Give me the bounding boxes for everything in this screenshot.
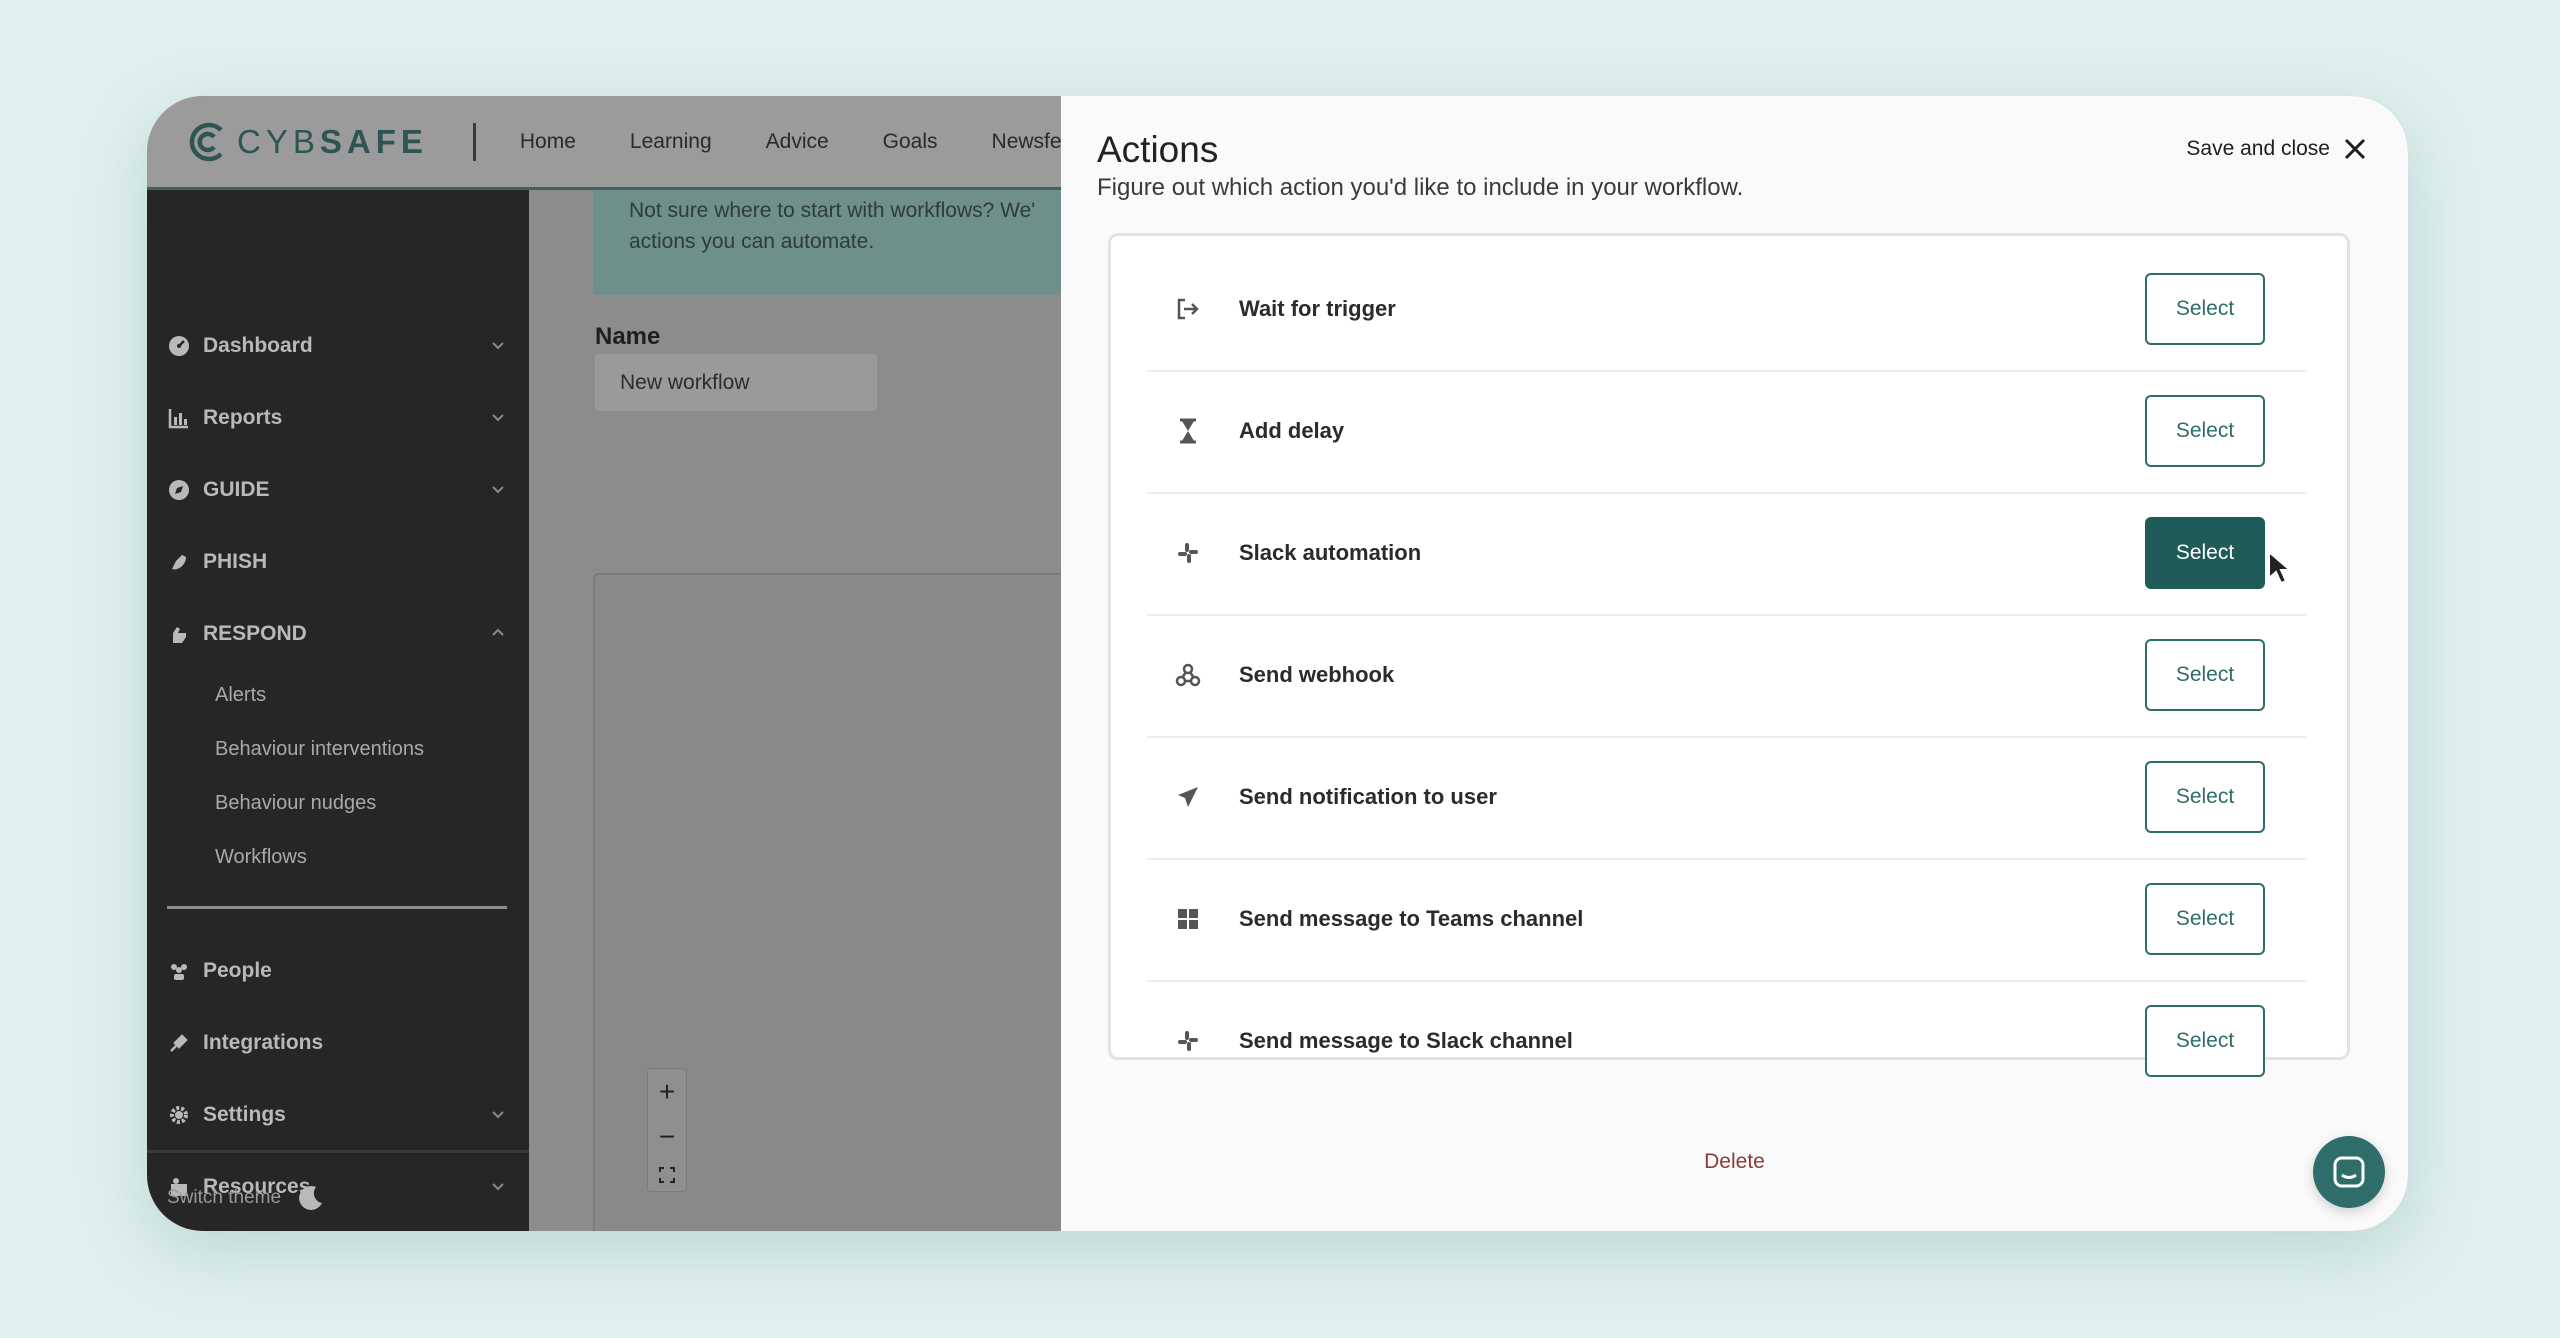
action-label: Add delay xyxy=(1239,418,1345,443)
select-button[interactable]: Select xyxy=(2145,273,2265,345)
action-row-send-webhook: Send webhook Select xyxy=(1147,614,2307,738)
actions-panel: Actions Figure out which action you'd li… xyxy=(1061,96,2408,1231)
chevron-down-icon xyxy=(492,414,504,422)
app-window: CYBSAFE Home Learning Advice Goals Newsf… xyxy=(147,96,2408,1231)
zoom-controls: + − xyxy=(647,1068,687,1192)
sidebar-item-guide[interactable]: GUIDE xyxy=(167,470,507,510)
action-label: Send message to Slack channel xyxy=(1239,1028,1573,1053)
action-row-slack-automation: Slack automation Select xyxy=(1147,492,2307,616)
sidebar-sub-behaviour-nudges[interactable]: Behaviour nudges xyxy=(215,792,376,815)
hook-icon xyxy=(167,550,191,574)
sidebar-footer: Switch theme xyxy=(147,1150,529,1231)
sidebar: Dashboard Reports GUIDE PHISH RESPOND Al… xyxy=(147,190,529,1231)
sidebar-item-label: People xyxy=(203,959,272,982)
actions-list: Wait for trigger Select Add delay Select… xyxy=(1108,233,2350,1077)
nav-goals[interactable]: Goals xyxy=(883,130,938,154)
name-label: Name xyxy=(595,323,661,350)
sidebar-item-label: GUIDE xyxy=(203,478,270,501)
gear-icon xyxy=(167,1103,191,1127)
chevron-down-icon xyxy=(492,1111,504,1119)
sidebar-item-label: PHISH xyxy=(203,550,268,573)
sidebar-sub-behaviour-interventions[interactable]: Behaviour interventions xyxy=(215,738,424,761)
action-row-send-slack-message: Send message to Slack channel Select xyxy=(1147,980,2307,1102)
action-label: Wait for trigger xyxy=(1239,296,1396,321)
select-button[interactable]: Select xyxy=(2145,517,2265,589)
top-nav-links: Home Learning Advice Goals Newsfeed xyxy=(520,130,1085,154)
panel-subtitle: Figure out which action you'd like to in… xyxy=(1097,174,1744,201)
action-label: Send message to Teams channel xyxy=(1239,906,1584,931)
sidebar-item-people[interactable]: People xyxy=(167,951,507,991)
chevron-up-icon xyxy=(492,628,504,636)
sidebar-item-integrations[interactable]: Integrations xyxy=(167,1023,507,1063)
sidebar-item-label: RESPOND xyxy=(203,622,307,645)
switch-theme-toggle[interactable]: Switch theme xyxy=(167,1183,326,1213)
sidebar-item-settings[interactable]: Settings xyxy=(167,1095,507,1135)
sidebar-item-label: Reports xyxy=(203,406,283,429)
chat-launcher-button[interactable] xyxy=(2313,1136,2385,1208)
chevron-down-icon xyxy=(492,342,504,350)
close-icon xyxy=(2344,138,2366,160)
slack-icon xyxy=(1173,538,1203,568)
select-button[interactable]: Select xyxy=(2145,761,2265,833)
sign-out-icon xyxy=(1173,294,1203,324)
panel-title: Actions xyxy=(1097,129,1219,170)
zoom-in-icon[interactable]: + xyxy=(659,1076,675,1108)
plug-icon xyxy=(167,1031,191,1055)
nav-learning[interactable]: Learning xyxy=(630,130,712,154)
sidebar-item-label: Integrations xyxy=(203,1031,324,1054)
action-row-send-notification: Send notification to user Select xyxy=(1147,736,2307,860)
select-button[interactable]: Select xyxy=(2145,639,2265,711)
sidebar-item-dashboard[interactable]: Dashboard xyxy=(167,326,507,366)
fit-view-icon[interactable] xyxy=(658,1166,676,1184)
webhook-icon xyxy=(1173,660,1203,690)
zoom-out-icon[interactable]: − xyxy=(659,1121,675,1153)
mouse-cursor-icon xyxy=(2268,550,2293,585)
action-row-send-teams-message: Send message to Teams channel Select xyxy=(1147,858,2307,982)
nav-divider xyxy=(472,122,476,161)
sidebar-item-label: Settings xyxy=(203,1103,286,1126)
chat-icon xyxy=(2333,1156,2365,1188)
nav-advice[interactable]: Advice xyxy=(766,130,829,154)
action-row-add-delay: Add delay Select xyxy=(1147,370,2307,494)
action-label: Send notification to user xyxy=(1239,784,1497,809)
switch-theme-label: Switch theme xyxy=(167,1187,282,1209)
slack-icon xyxy=(1173,1026,1203,1056)
sidebar-item-reports[interactable]: Reports xyxy=(167,398,507,438)
sidebar-item-label: Dashboard xyxy=(203,334,313,357)
delete-button[interactable]: Delete xyxy=(1061,1150,2408,1174)
chevron-down-icon xyxy=(492,486,504,494)
moon-icon xyxy=(299,1185,323,1210)
hourglass-icon xyxy=(1173,416,1203,446)
nav-home[interactable]: Home xyxy=(520,130,576,154)
select-button[interactable]: Select xyxy=(2145,883,2265,955)
sidebar-item-respond[interactable]: RESPOND xyxy=(167,614,507,654)
action-label: Send webhook xyxy=(1239,662,1395,687)
save-and-close-label: Save and close xyxy=(2186,137,2330,160)
logo-text: CYBSAFE xyxy=(237,122,428,160)
save-and-close-button[interactable]: Save and close xyxy=(2186,136,2368,162)
logo-mark-icon xyxy=(189,122,223,161)
sidebar-sub-workflows[interactable]: Workflows xyxy=(215,846,307,869)
action-row-wait-for-trigger: Wait for trigger Select xyxy=(1147,248,2307,372)
compass-icon xyxy=(167,478,191,502)
select-button[interactable]: Select xyxy=(2145,395,2265,467)
people-icon xyxy=(167,959,191,983)
windows-icon xyxy=(1173,904,1203,934)
gauge-icon xyxy=(167,334,191,358)
select-button[interactable]: Select xyxy=(2145,1005,2265,1077)
hand-icon xyxy=(167,622,191,646)
action-label: Slack automation xyxy=(1239,540,1422,565)
sidebar-divider xyxy=(167,906,507,909)
chart-icon xyxy=(167,406,191,430)
paper-plane-icon xyxy=(1173,782,1203,812)
cybsafe-logo[interactable]: CYBSAFE xyxy=(185,120,428,164)
sidebar-sub-alerts[interactable]: Alerts xyxy=(215,684,266,707)
sidebar-item-phish[interactable]: PHISH xyxy=(167,542,507,582)
workflow-name-input[interactable]: New workflow xyxy=(595,354,877,411)
